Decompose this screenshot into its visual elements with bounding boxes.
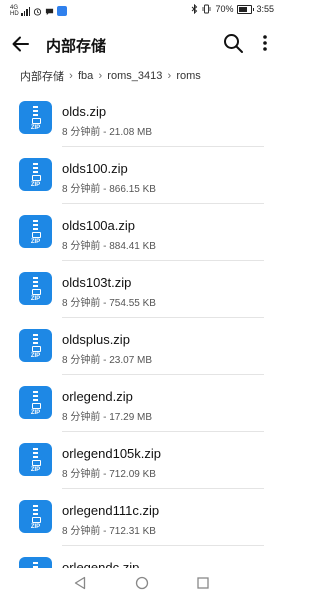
list-item[interactable]: ZIP olds103t.zip 8 分钟前 - 754.55 KB	[0, 264, 284, 321]
file-name: olds100a.zip	[62, 218, 135, 233]
file-meta: 8 分钟前 - 712.09 KB	[62, 469, 156, 480]
navigation-bar	[0, 568, 284, 600]
list-item[interactable]: ZIP olds100a.zip 8 分钟前 - 884.41 KB	[0, 207, 284, 264]
file-meta: 8 分钟前 - 712.31 KB	[62, 526, 156, 537]
list-item[interactable]: ZIP oldsplus.zip 8 分钟前 - 23.07 MB	[0, 321, 284, 378]
breadcrumb: 内部存储 › fba › roms_3413 › roms	[20, 68, 201, 84]
divider	[62, 431, 264, 432]
page-title: 内部存储	[46, 38, 107, 55]
file-meta: 8 分钟前 - 21.08 MB	[62, 127, 153, 138]
divider	[62, 146, 264, 147]
chevron-right-icon: ›	[98, 70, 103, 82]
clock: 3:55	[256, 4, 274, 14]
breadcrumb-item-roms-3413[interactable]: roms_3413	[107, 70, 162, 82]
list-item[interactable]: ZIP orlegendc.zip	[0, 549, 284, 568]
back-arrow-icon[interactable]	[10, 33, 32, 55]
chevron-right-icon: ›	[69, 70, 73, 82]
divider	[62, 545, 264, 546]
breadcrumb-item-fba[interactable]: fba	[78, 70, 93, 82]
file-meta: 8 分钟前 - 866.15 KB	[62, 184, 156, 195]
message-icon	[45, 8, 54, 15]
bluetooth-icon	[192, 4, 198, 14]
file-name: orlegend105k.zip	[62, 446, 162, 461]
list-item[interactable]: ZIP orlegend111c.zip 8 分钟前 - 712.31 KB	[0, 492, 284, 549]
zip-file-icon: ZIP	[19, 101, 52, 134]
list-item[interactable]: ZIP orlegend.zip 8 分钟前 - 17.29 MB	[0, 378, 284, 435]
zip-file-icon: ZIP	[19, 329, 52, 362]
list-item[interactable]: ZIP olds100.zip 8 分钟前 - 866.15 KB	[0, 150, 284, 207]
status-bar: 4G HD 70% 3:55	[0, 0, 284, 22]
vibrate-icon	[203, 4, 211, 14]
divider	[62, 317, 264, 318]
file-name: orlegend111c.zip	[62, 503, 160, 518]
more-vert-icon[interactable]	[258, 32, 272, 54]
file-name: olds103t.zip	[62, 275, 132, 290]
divider	[62, 203, 264, 204]
zip-file-icon: ZIP	[19, 500, 52, 533]
list-item[interactable]: ZIP orlegend105k.zip 8 分钟前 - 712.09 KB	[0, 435, 284, 492]
file-name: oldsplus.zip	[62, 332, 130, 347]
app-bar: 内部存储	[0, 28, 284, 60]
file-name: olds100.zip	[62, 161, 128, 176]
zip-file-icon: ZIP	[19, 443, 52, 476]
file-meta: 8 分钟前 - 17.29 MB	[62, 412, 153, 423]
divider	[62, 374, 264, 375]
file-name: orlegendc.zip	[62, 560, 140, 568]
zip-file-icon: ZIP	[19, 386, 52, 419]
search-icon[interactable]	[222, 32, 244, 54]
file-meta: 8 分钟前 - 754.55 KB	[62, 298, 156, 309]
file-list: ZIP olds.zip 8 分钟前 - 21.08 MB ZIP olds10…	[0, 93, 284, 568]
zip-file-icon: ZIP	[19, 215, 52, 248]
app-notification-icon	[57, 6, 67, 16]
zip-file-icon: ZIP	[19, 272, 52, 305]
alarm-icon	[33, 7, 42, 16]
nav-home-icon[interactable]	[135, 576, 149, 590]
list-item[interactable]: ZIP olds.zip 8 分钟前 - 21.08 MB	[0, 93, 284, 150]
breadcrumb-item-roms[interactable]: roms	[176, 70, 200, 82]
file-meta: 8 分钟前 - 884.41 KB	[62, 241, 156, 252]
network-4g-icon: 4G HD	[10, 5, 19, 17]
zip-file-icon: ZIP	[19, 158, 52, 191]
battery-percent: 70%	[215, 4, 234, 14]
nav-recents-icon[interactable]	[196, 576, 210, 590]
divider	[62, 260, 264, 261]
chevron-right-icon: ›	[167, 70, 172, 82]
breadcrumb-item-internal-storage[interactable]: 内部存储	[20, 68, 64, 84]
battery-icon	[237, 4, 255, 14]
file-meta: 8 分钟前 - 23.07 MB	[62, 355, 153, 366]
nav-back-icon[interactable]	[73, 576, 87, 590]
divider	[62, 488, 264, 489]
file-name: orlegend.zip	[62, 389, 133, 404]
signal-bars-icon	[21, 6, 30, 16]
signal-label: HD	[10, 11, 19, 17]
zip-file-icon: ZIP	[19, 557, 52, 568]
file-name: olds.zip	[62, 104, 107, 119]
